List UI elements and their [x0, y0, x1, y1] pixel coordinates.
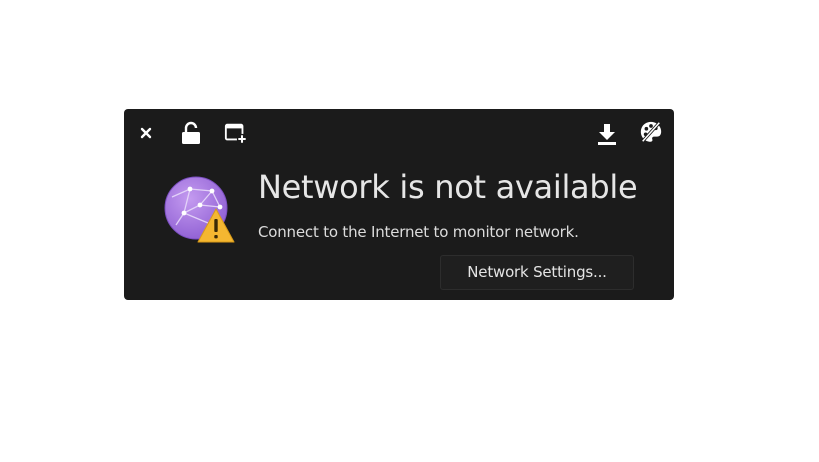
- lock-icon: [182, 121, 200, 144]
- palette-button[interactable]: [639, 120, 663, 144]
- status-message: Connect to the Internet to monitor netwo…: [258, 223, 579, 241]
- download-button[interactable]: [595, 122, 619, 146]
- close-button[interactable]: [134, 121, 158, 145]
- new-window-button[interactable]: [224, 121, 248, 145]
- network-settings-button[interactable]: Network Settings...: [440, 255, 634, 290]
- lock-button[interactable]: [179, 121, 203, 145]
- network-widget: Network is not available Connect to the …: [124, 109, 674, 300]
- close-icon: [140, 127, 152, 139]
- new-window-icon: [224, 123, 248, 145]
- download-icon: [598, 124, 616, 145]
- palette-icon: [640, 121, 662, 143]
- network-globe-warning-icon: [164, 176, 235, 243]
- status-title: Network is not available: [258, 168, 638, 206]
